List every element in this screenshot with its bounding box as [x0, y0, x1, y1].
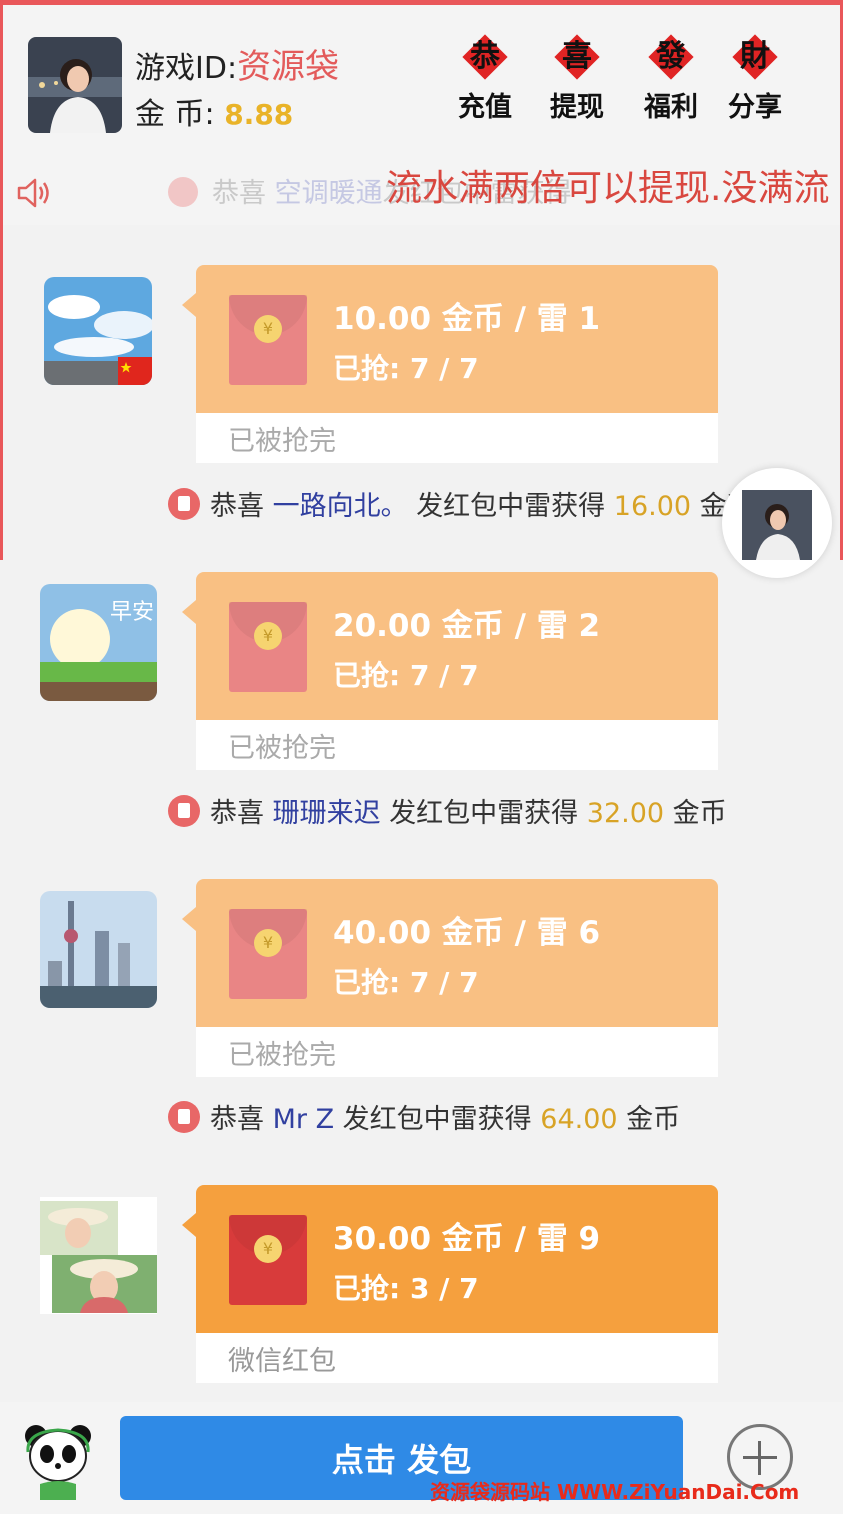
game-id-value: 资源袋: [237, 47, 340, 87]
winner-name: Mr Z: [272, 1104, 335, 1135]
red-packet-card[interactable]: ¥ 10.00 金币 / 雷 1 已抢: 7 / 7 已被抢完: [182, 265, 718, 463]
speaker-icon[interactable]: [16, 175, 52, 211]
red-envelope-icon: [168, 1101, 200, 1133]
sender-avatar[interactable]: [44, 277, 152, 385]
packet-amount: 30.00 金币 / 雷 9: [333, 1221, 601, 1257]
bottom-bar: 点击 发包 资源袋源码站 WWW.ZiYuanDai.Com: [0, 1402, 843, 1514]
red-envelope-icon: [168, 177, 198, 207]
withdraw-button[interactable]: 喜 提现: [542, 34, 612, 124]
seal-icon: 恭: [462, 34, 508, 80]
sender-avatar[interactable]: [40, 1197, 157, 1314]
red-packet-card[interactable]: ¥ 40.00 金币 / 雷 6 已抢: 7 / 7 已被抢完: [182, 879, 718, 1077]
withdraw-label: 提现: [550, 92, 604, 123]
floating-avatar-button[interactable]: [722, 468, 832, 578]
recharge-button[interactable]: 恭 充值: [450, 34, 520, 124]
welfare-label: 福利: [644, 92, 698, 123]
avatar-caption: 早安: [110, 600, 155, 625]
red-envelope-icon: ¥: [229, 602, 307, 692]
sender-avatar[interactable]: 早安: [40, 584, 157, 701]
packet-status: 微信红包: [228, 1346, 336, 1377]
win-notice: 恭喜 珊珊来迟 发红包中雷获得 32.00 金币: [168, 791, 828, 831]
winner-name: 一路向北。: [272, 491, 408, 522]
header: 游戏ID:资源袋 金 币: 8.88 恭 充值 喜 提现 發 福利 財 分享: [0, 5, 843, 155]
packet-amount: 10.00 金币 / 雷 1: [333, 301, 601, 337]
red-packet-message: ¥ 30.00 金币 / 雷 9 已抢: 3 / 7 微信红包: [0, 1185, 843, 1385]
red-envelope-icon: ¥: [229, 909, 307, 999]
red-envelope-icon: [168, 488, 200, 520]
winner-name: 珊珊来迟: [272, 798, 381, 829]
recharge-label: 充值: [458, 92, 512, 123]
packet-status: 已被抢完: [228, 1040, 336, 1071]
red-envelope-icon: ¥: [229, 295, 307, 385]
red-packet-card[interactable]: ¥ 20.00 金币 / 雷 2 已抢: 7 / 7 已被抢完: [182, 572, 718, 770]
packet-grab-count: 已抢: 7 / 7: [333, 659, 479, 692]
game-id-label: 游戏ID:: [135, 51, 238, 86]
red-packet-message: ¥ 40.00 金币 / 雷 6 已抢: 7 / 7 已被抢完: [0, 879, 843, 1079]
packet-grab-count: 已抢: 3 / 7: [333, 1272, 479, 1305]
packet-status: 已被抢完: [228, 426, 336, 457]
win-amount: 64.00: [540, 1104, 618, 1135]
panda-mascot-icon[interactable]: [22, 1422, 94, 1500]
avatar: [742, 490, 812, 560]
packet-grab-count: 已抢: 7 / 7: [333, 966, 479, 999]
packet-amount: 20.00 金币 / 雷 2: [333, 608, 601, 644]
packet-amount: 40.00 金币 / 雷 6: [333, 915, 601, 951]
packet-grab-count: 已抢: 7 / 7: [333, 352, 479, 385]
seal-icon: 發: [648, 34, 694, 80]
share-label: 分享: [728, 92, 782, 123]
seal-icon: 財: [732, 34, 778, 80]
welfare-button[interactable]: 發 福利: [636, 34, 706, 124]
coin-line: 金 币: 8.88: [135, 89, 293, 133]
red-packet-message: ¥ 10.00 金币 / 雷 1 已抢: 7 / 7 已被抢完: [0, 265, 843, 465]
coin-value: 8.88: [224, 98, 294, 131]
seal-icon: 喜: [554, 34, 600, 80]
share-button[interactable]: 財 分享: [720, 34, 790, 124]
red-packet-card[interactable]: ¥ 30.00 金币 / 雷 9 已抢: 3 / 7 微信红包: [182, 1185, 718, 1383]
user-avatar[interactable]: [28, 37, 122, 133]
coin-label: 金 币:: [135, 97, 215, 132]
red-envelope-icon: [168, 795, 200, 827]
china-flag-icon: [118, 357, 152, 385]
packet-status: 已被抢完: [228, 733, 336, 764]
win-amount: 16.00: [613, 491, 692, 522]
game-id-line: 游戏ID:资源袋: [135, 39, 339, 88]
red-packet-message: 早安 ¥ 20.00 金币 / 雷 2 已抢: 7 / 7 已被抢完: [0, 572, 843, 772]
win-notice: 恭喜 Mr Z 发红包中雷获得 64.00 金币: [168, 1097, 828, 1137]
sender-avatar[interactable]: [40, 891, 157, 1008]
red-envelope-icon: ¥: [229, 1215, 307, 1305]
announcement-bar: 恭喜 空调暖通发红包中雷获得 流水满两倍可以提现.没满流: [0, 155, 843, 225]
withdraw-rule-banner: 流水满两倍可以提现.没满流: [386, 168, 830, 209]
top-border: [0, 0, 843, 5]
win-amount: 32.00: [586, 798, 665, 829]
watermark: 资源袋源码站 WWW.ZiYuanDai.Com: [430, 1480, 800, 1504]
